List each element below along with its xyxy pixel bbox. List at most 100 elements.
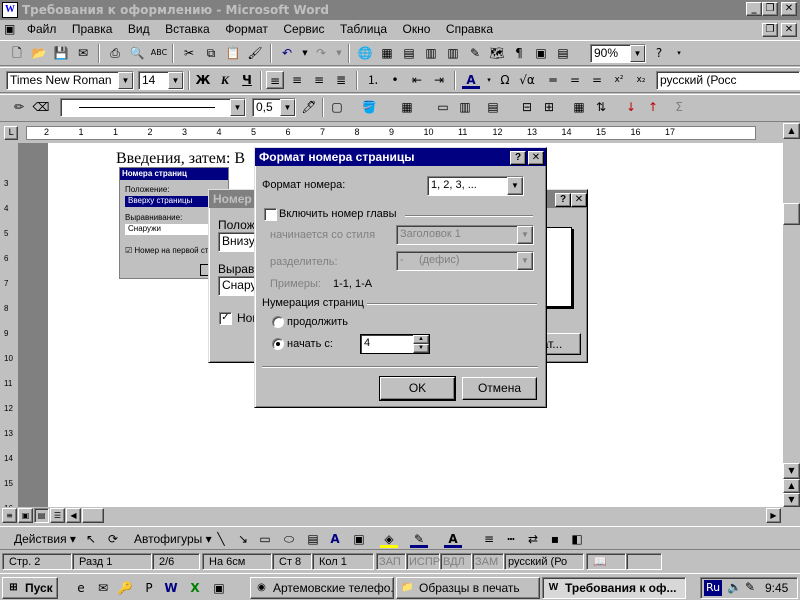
underline-icon[interactable]: Ч [238,71,256,89]
clipart-icon[interactable]: ▣ [350,530,368,548]
page-numbers-close-button[interactable]: ✕ [571,193,587,207]
sort-asc-icon[interactable]: ↓ [622,98,640,116]
border-color-icon[interactable]: 🖊 [300,98,318,116]
horizontal-ruler[interactable]: L 2 1 1 2 3 4 5 6 7 8 9 10 11 12 13 14 15 16 17 [0,123,800,143]
scroll-down-icon[interactable]: ▼ [783,463,800,479]
menu-file[interactable]: Файл [21,20,63,39]
spelling-status-icon[interactable]: 📖 [586,553,626,570]
vertical-ruler[interactable]: 345678910111213141516 [0,143,18,513]
quicklaunch-excel-icon[interactable]: X [186,579,204,597]
subscript-icon[interactable]: x₂ [632,71,650,89]
dash-style-icon[interactable]: ┅ [502,530,520,548]
first-page-checkbox[interactable]: ✓ [219,312,232,325]
numbering-icon[interactable]: ⒈ [364,71,382,89]
volume-icon[interactable]: 🔊 [727,580,742,594]
arrow-style-icon[interactable]: ⇄ [524,530,542,548]
start-button[interactable]: ⊞ Пуск [2,577,58,599]
shading-icon[interactable]: 🪣 [360,98,378,116]
spin-up-icon[interactable]: ▲ [413,335,429,344]
scroll-up-icon[interactable]: ▲ [783,123,800,139]
eraser-icon[interactable]: ⌫ [32,98,50,116]
menu-window[interactable]: Окно [397,20,437,39]
menu-tools[interactable]: Сервис [277,20,330,39]
status-ovr[interactable]: ЗАМ [472,553,504,570]
separator-select[interactable]: - (дефис) ▼ [396,251,534,271]
menu-table[interactable]: Таблица [334,20,393,39]
print-layout-icon[interactable]: ▤ [34,508,49,523]
font-size-select[interactable]: 14 ▼ [138,71,184,90]
select-objects-icon[interactable]: ↖ [82,530,100,548]
align-cells-icon[interactable]: ▤ [484,98,502,116]
start-at-radio[interactable] [272,338,284,350]
open-icon[interactable]: 📂 [30,44,48,62]
next-page-icon[interactable]: ▼ [783,493,800,507]
language-select[interactable]: русский (Росс [656,71,800,90]
tab-selector[interactable]: L [4,126,18,140]
quicklaunch-desktop-icon[interactable]: ▣ [210,579,228,597]
text-box-icon[interactable]: ▤ [304,530,322,548]
cut-icon[interactable]: ✂ [180,44,198,62]
position-select[interactable]: Внизу [218,232,258,252]
format-close-button[interactable]: ✕ [528,151,544,165]
double-line-icon[interactable]: = [566,71,584,89]
help-icon[interactable]: ? [650,44,668,62]
hscroll-thumb[interactable] [82,508,104,523]
web-toolbar-icon[interactable]: ▣ [532,44,550,62]
email-icon[interactable]: ✉ [74,44,92,62]
chevron-down-icon[interactable]: ▼ [517,252,533,270]
tray-app-icon[interactable]: ✎ [745,580,755,594]
copy-icon[interactable]: ⧉ [202,44,220,62]
vertical-scrollbar[interactable]: ▲ ▼ ▲ ▼ [783,123,800,507]
status-trk[interactable]: ИСПР [406,553,440,570]
line-style-select[interactable]: ▼ [60,98,246,117]
close-button[interactable]: ✕ [781,2,797,16]
italic-icon[interactable]: К [216,71,234,89]
wordart-icon[interactable]: A [326,530,344,548]
ok-button[interactable]: OK [379,376,456,401]
quicklaunch-outlook-icon[interactable]: ✉ [94,579,112,597]
line-tool-icon[interactable]: ╲ [212,530,230,548]
bullets-icon[interactable]: • [386,71,404,89]
prev-page-icon[interactable]: ▲ [783,479,800,493]
font-color-icon[interactable]: A [444,530,462,548]
starts-with-style-select[interactable]: Заголовок 1 ▼ [396,225,534,245]
include-chapter-checkbox[interactable] [264,208,277,221]
chevron-down-icon[interactable]: ▼ [517,226,533,244]
print-icon[interactable]: ⎙ [106,44,124,62]
columns-icon[interactable]: ▥ [444,44,462,62]
new-icon[interactable]: 🗋 [8,44,26,62]
redo-dropdown-icon[interactable]: ▼ [330,44,348,62]
equal-icon[interactable]: = [588,71,606,89]
increase-indent-icon[interactable]: ⇥ [430,71,448,89]
alignment-select[interactable]: Снару [218,276,258,296]
tables-borders-icon[interactable]: ▦ [378,44,396,62]
autoshapes-menu[interactable]: Автофигуры ▾ [134,532,212,546]
hyperlink-icon[interactable]: 🌐 [356,44,374,62]
align-left-icon[interactable]: ≡ [266,71,284,89]
word-app-icon[interactable]: W [2,2,18,18]
menu-insert[interactable]: Вставка [159,20,216,39]
shadow-icon[interactable]: ▪ [546,530,564,548]
minimize-button[interactable]: _ [746,2,762,16]
cancel-button[interactable]: Отмена [462,377,537,400]
maximize-button[interactable]: ❐ [762,2,778,16]
page-numbers-help-button[interactable]: ? [555,193,571,207]
show-hide-icon[interactable]: ¶ [510,44,528,62]
autoformat-icon[interactable]: ▦ [570,98,588,116]
sort-desc-icon[interactable]: ↑ [644,98,662,116]
menu-edit[interactable]: Правка [66,20,119,39]
outline-view-icon[interactable]: ☰ [50,508,65,523]
free-rotate-icon[interactable]: ⟳ [104,530,122,548]
chevron-down-icon[interactable]: ▼ [168,72,183,89]
tray-lang[interactable]: Ru [704,580,723,596]
properties-icon[interactable]: ▤ [554,44,572,62]
arrow-tool-icon[interactable]: ↘ [234,530,252,548]
paste-icon[interactable]: 📋 [224,44,242,62]
format-painter-icon[interactable]: 🖌 [246,44,264,62]
line-style-icon[interactable]: ≡ [480,530,498,548]
line-icon[interactable]: ═ [544,71,562,89]
scroll-thumb[interactable] [783,203,800,225]
task-phones[interactable]: ◉ Артемовские телефо... [250,577,394,599]
quicklaunch-access-icon[interactable]: 🔑 [116,579,134,597]
number-format-select[interactable]: 1, 2, 3, ... ▼ [427,176,524,196]
